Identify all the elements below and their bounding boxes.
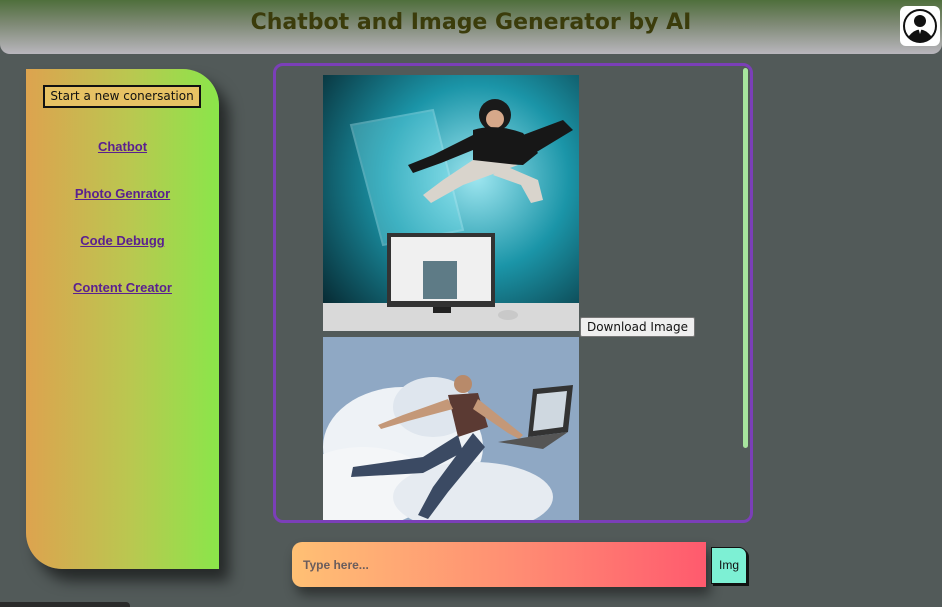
chat-output-box[interactable]: Download Image (273, 63, 753, 523)
sidebar-item-chatbot[interactable]: Chatbot (26, 139, 219, 154)
chat-scrollbar[interactable] (743, 68, 748, 448)
sidebar-item-content-creator[interactable]: Content Creator (26, 280, 219, 295)
sidebar-item-code-debug[interactable]: Code Debugg (26, 233, 219, 248)
generated-image-1 (323, 75, 579, 331)
page-title: Chatbot and Image Generator by AI (250, 10, 692, 35)
header-bar: Chatbot and Image Generator by AI (0, 0, 942, 54)
bottom-edge-bar (0, 602, 130, 607)
download-image-button[interactable]: Download Image (580, 317, 695, 337)
new-conversation-button[interactable]: Start a new conersation (43, 85, 201, 108)
generated-image-2 (323, 337, 579, 520)
user-avatar-icon[interactable] (900, 6, 940, 46)
message-input[interactable] (292, 542, 706, 587)
img-generate-button[interactable]: Img (711, 547, 747, 584)
sidebar-item-photo-generator[interactable]: Photo Genrator (26, 186, 219, 201)
sidebar: Start a new conersation Chatbot Photo Ge… (26, 69, 219, 569)
